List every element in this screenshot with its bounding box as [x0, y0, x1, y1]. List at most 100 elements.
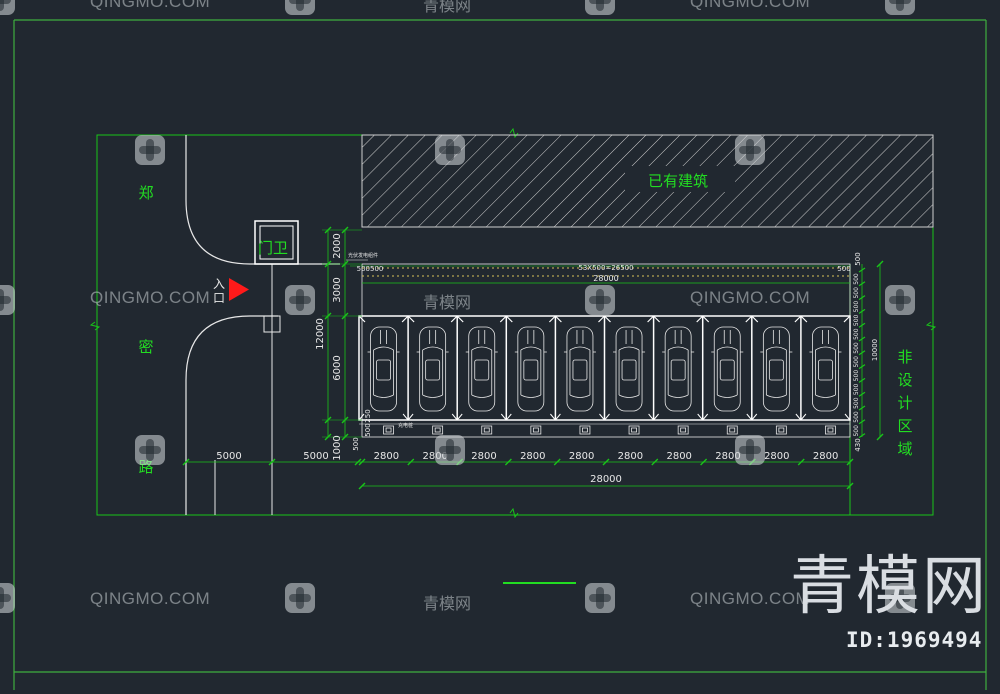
watermark-logo-icon — [0, 285, 15, 315]
car-icon — [809, 326, 842, 412]
boundary-break-right — [925, 321, 937, 331]
watermark-text: QINGMO.COM — [690, 0, 811, 11]
watermark-logo-icon — [585, 0, 615, 15]
car-icon — [711, 326, 744, 412]
dim-right-small: 500 — [853, 328, 860, 340]
dim-right-small: 500 — [853, 273, 860, 285]
charger-icon — [481, 425, 493, 435]
charger-icon — [579, 425, 591, 435]
existing-building-label: 已有建筑 — [648, 172, 708, 190]
non-design-area-2: 设 — [897, 371, 912, 389]
watermark-logo-icon — [885, 285, 915, 315]
road-name-2: 密 — [138, 338, 153, 356]
dim-right-small: 500 — [853, 383, 860, 395]
road-name-1: 郑 — [138, 184, 153, 202]
non-design-area-3: 计 — [897, 394, 912, 412]
car-icon — [563, 326, 596, 412]
dim-right-small: 500 — [853, 301, 860, 313]
watermark-text: QINGMO.COM — [90, 288, 211, 307]
non-design-area-1: 非 — [897, 348, 912, 366]
dim-bay: 2800 — [569, 451, 594, 462]
watermark-text: QINGMO.COM — [90, 589, 211, 608]
parking-space — [603, 315, 655, 421]
charger-icon — [383, 425, 394, 435]
parking-space — [456, 315, 507, 421]
parking-space — [751, 315, 802, 421]
non-design-area-4: 区 — [897, 417, 912, 435]
car-icon — [465, 326, 498, 412]
brand-watermark: 青模网 — [790, 550, 988, 624]
watermark-logo-icon — [435, 135, 465, 165]
car-icon — [760, 326, 793, 412]
watermark-logo-icon — [285, 583, 315, 613]
chargers — [383, 425, 836, 435]
dim-road-left: 5000 — [216, 451, 241, 462]
car-icon — [416, 326, 449, 412]
watermark-text-cn: 青模网 — [423, 594, 472, 613]
parking-spaces — [358, 315, 851, 421]
dim-right-small: 500 — [853, 425, 860, 437]
watermark-logo-icon — [885, 0, 915, 15]
dim-bay: 2800 — [666, 451, 691, 462]
car-icon — [514, 326, 547, 412]
charger-icon — [530, 425, 542, 435]
watermark-logo-icon — [735, 135, 765, 165]
watermark-text: QINGMO.COM — [690, 288, 811, 307]
guard-house-label: 门卫 — [258, 239, 288, 257]
watermark-text-cn: 青模网 — [423, 0, 472, 15]
parking-space — [505, 315, 556, 421]
charger-icon — [677, 425, 689, 435]
watermark-logo-icon — [135, 135, 165, 165]
dim-left-3000: 3000 — [332, 277, 343, 302]
parking-space — [554, 315, 605, 421]
dim-bay: 2800 — [618, 451, 643, 462]
parking-space — [358, 315, 409, 421]
entrance-arrow-icon — [229, 278, 249, 301]
dim-right-small: 500 — [853, 356, 860, 368]
entrance-label-1: 入 — [213, 277, 225, 291]
dim-bay: 2800 — [374, 451, 399, 462]
dim-left-small-1: 250 — [364, 409, 372, 422]
car-icon — [662, 326, 695, 412]
charger-icon — [726, 425, 738, 435]
dim-right-small: 500 — [853, 287, 860, 299]
dim-right-bottom: 430 — [854, 438, 862, 451]
watermark-text: QINGMO.COM — [90, 0, 211, 11]
dim-left-12000: 12000 — [315, 318, 326, 350]
note-bottom-left: 充电桩 — [398, 422, 413, 429]
watermark-logo-icon — [435, 435, 465, 465]
cad-drawing: 已有建筑 门卫 入 口 郑 密 路 非 设 计 区 域 2000 3000 12… — [0, 0, 1000, 690]
dim-left-small-2: 500 — [364, 423, 372, 436]
watermark-text-cn: 青模网 — [423, 293, 472, 312]
dim-top-chain: 53X500=26500 — [578, 264, 633, 272]
watermark-logo-icon — [585, 285, 615, 315]
dim-right-total: 10000 — [871, 339, 879, 361]
dim-right-small: 500 — [853, 397, 860, 409]
dim-bay: 2800 — [471, 451, 496, 462]
watermark-logo-icon — [285, 285, 315, 315]
image-id: ID:1969494 — [846, 628, 983, 652]
charger-icon — [628, 425, 640, 435]
road-curb-south — [185, 315, 278, 515]
dim-top-end: 500 — [837, 265, 850, 273]
dim-right-small: 500 — [853, 342, 860, 354]
dim-top-start: 500500 — [357, 265, 384, 273]
car-icon — [367, 326, 400, 412]
watermark-logo-icon — [0, 583, 15, 613]
dim-right-small: 500 — [853, 411, 860, 423]
watermark-logo-icon — [285, 0, 315, 15]
dim-bottom-total: 28000 — [590, 474, 622, 485]
dim-bay: 2800 — [764, 451, 789, 462]
dim-left-6000: 6000 — [332, 355, 343, 380]
watermark-logo-icon — [585, 583, 615, 613]
note-top-left: 光伏发电组件 — [348, 252, 378, 259]
car-icon — [613, 326, 646, 412]
boundary-break-bottom — [509, 507, 519, 519]
dim-left-1000: 1000 — [332, 435, 343, 460]
watermark-logo-icon — [0, 0, 15, 15]
dim-bay: 2800 — [520, 451, 545, 462]
dim-right-small: 500 — [853, 370, 860, 382]
boundary-break-left — [89, 321, 101, 331]
dim-right-small: 500 — [853, 314, 860, 326]
watermark-logo-icon — [735, 435, 765, 465]
